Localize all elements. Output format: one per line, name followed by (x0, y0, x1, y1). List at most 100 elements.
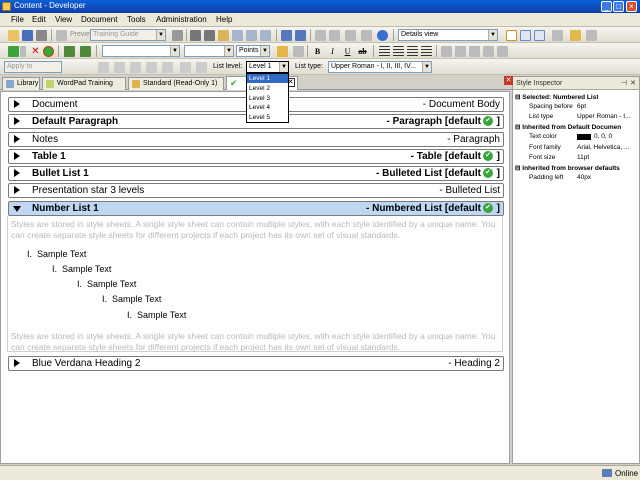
indent-icon[interactable] (441, 46, 452, 57)
align-center-icon[interactable] (393, 46, 404, 57)
menu-edit[interactable]: Edit (32, 15, 46, 24)
preview-icon[interactable] (56, 30, 67, 41)
list-e-icon[interactable] (162, 62, 173, 73)
check-icon[interactable] (43, 46, 54, 57)
expand-arrow-icon[interactable] (14, 117, 20, 125)
zoom-in-icon[interactable] (315, 30, 326, 41)
collapse-arrow-icon[interactable] (13, 206, 21, 212)
border-icon[interactable] (469, 46, 480, 57)
menu-view[interactable]: View (55, 15, 72, 24)
toolbar-standard: Preview Training Guide ▼ Details view ▼ (0, 27, 640, 43)
table-icon[interactable] (361, 30, 372, 41)
menu-administration[interactable]: Administration (156, 15, 207, 24)
replace-icon[interactable] (246, 30, 257, 41)
help-icon[interactable] (377, 30, 388, 41)
bold-button[interactable]: B (312, 46, 323, 57)
redo-icon[interactable] (295, 30, 306, 41)
shading-icon[interactable] (483, 46, 494, 57)
list-c-icon[interactable] (130, 62, 141, 73)
save-icon[interactable] (22, 30, 33, 41)
guide-combo[interactable]: Training Guide ▼ (90, 29, 166, 41)
align-right-icon[interactable] (407, 46, 418, 57)
style-row-number-list-1[interactable]: Number List 1 - Numbered List [default ✔… (8, 201, 504, 216)
add-icon[interactable] (8, 46, 19, 57)
inspector-header: Style Inspector ⊣ ✕ (513, 77, 639, 90)
style-row-blue-verdana-heading-2[interactable]: Blue Verdana Heading 2 - Heading 2 (8, 356, 504, 371)
list-g-icon[interactable] (196, 62, 207, 73)
style-row-presentation-star[interactable]: Presentation star 3 levels - Bulleted Li… (8, 183, 504, 198)
cut-icon[interactable] (190, 30, 201, 41)
size-combo[interactable]: ▼ (184, 45, 234, 57)
maximize-button[interactable]: □ (613, 1, 624, 12)
style-row-notes[interactable]: Notes - Paragraph (8, 132, 504, 147)
list-level-option[interactable]: Level 5 (247, 113, 288, 122)
import-icon[interactable] (64, 46, 75, 57)
justify-icon[interactable] (421, 46, 432, 57)
list-f-icon[interactable] (180, 62, 191, 73)
list-a-icon[interactable] (98, 62, 109, 73)
style-row-bullet-list-1[interactable]: Bullet List 1 - Bulleted List [default ✔… (8, 166, 504, 181)
new-icon[interactable] (172, 30, 183, 41)
folder-icon[interactable] (570, 30, 581, 41)
spell-icon[interactable] (260, 30, 271, 41)
list-b-icon[interactable] (114, 62, 125, 73)
outline-view-icon[interactable] (534, 30, 545, 41)
strikethrough-icon[interactable]: ab (357, 46, 368, 57)
style-name: Presentation star 3 levels (32, 185, 145, 196)
list-d-icon[interactable] (146, 62, 157, 73)
more-format-icon[interactable] (497, 46, 508, 57)
expand-arrow-icon[interactable] (14, 152, 20, 160)
close-pane-icon[interactable]: ✕ (504, 76, 513, 85)
expand-arrow-icon[interactable] (14, 169, 20, 177)
list-level-option[interactable]: Level 3 (247, 94, 288, 103)
pin-icon[interactable]: ⊣ (621, 77, 627, 90)
window-icon[interactable] (552, 30, 563, 41)
expand-arrow-icon[interactable] (14, 100, 20, 108)
layout-view-icon[interactable] (506, 30, 517, 41)
insert-icon[interactable] (345, 30, 356, 41)
menu-help[interactable]: Help (216, 15, 232, 24)
view-combo[interactable]: Details view ▼ (398, 29, 498, 41)
underline-button[interactable]: U (342, 46, 353, 57)
minimize-button[interactable]: _ (601, 1, 612, 12)
options-icon[interactable] (586, 30, 597, 41)
menu-tools[interactable]: Tools (127, 15, 146, 24)
expand-arrow-icon[interactable] (14, 186, 20, 194)
style-row-table-1[interactable]: Table 1 - Table [default ✔ ] (8, 149, 504, 164)
list-level-option[interactable]: Level 1 (247, 74, 288, 83)
menu-bar: File Edit View Document Tools Administra… (0, 13, 640, 27)
close-button[interactable]: × (626, 1, 637, 12)
paste-icon[interactable] (218, 30, 229, 41)
expand-arrow-icon[interactable] (14, 359, 20, 367)
list-level-combo[interactable]: Level 1 ▼ (246, 61, 289, 73)
expand-arrow-icon[interactable] (14, 135, 20, 143)
font-combo[interactable]: ▼ (102, 45, 180, 57)
list-level-option[interactable]: Level 2 (247, 84, 288, 93)
align-left-icon[interactable] (379, 46, 390, 57)
copy-icon[interactable] (204, 30, 215, 41)
menu-document[interactable]: Document (81, 15, 117, 24)
size-unit-combo[interactable]: Points ▼ (236, 45, 270, 57)
add-dropdown-icon[interactable] (20, 46, 26, 57)
zoom-out-icon[interactable] (329, 30, 340, 41)
list-type-combo[interactable]: Upper Roman - I, II, III, IV... ▼ (328, 61, 432, 73)
delete-icon[interactable]: ✕ (30, 46, 41, 57)
tab-library[interactable]: Library (2, 77, 40, 90)
undo-icon[interactable] (281, 30, 292, 41)
open-folder-icon[interactable] (8, 30, 19, 41)
menu-file[interactable]: File (11, 15, 24, 24)
highlight-icon[interactable] (293, 46, 304, 57)
export-icon[interactable] (80, 46, 91, 57)
close-panel-icon[interactable]: ✕ (630, 77, 636, 90)
tab-standard-readonly[interactable]: Standard (Read-Only 1) (128, 77, 224, 90)
style-name: Document (32, 99, 78, 110)
outdent-icon[interactable] (455, 46, 466, 57)
find-icon[interactable] (232, 30, 243, 41)
color-icon[interactable] (277, 46, 288, 57)
print-icon[interactable] (36, 30, 47, 41)
apply-to-combo[interactable]: Apply to (4, 61, 62, 73)
tab-wordpad-training[interactable]: WordPad Training (42, 77, 126, 90)
split-view-icon[interactable] (520, 30, 531, 41)
list-level-option[interactable]: Level 4 (247, 103, 288, 112)
italic-button[interactable]: I (327, 46, 338, 57)
